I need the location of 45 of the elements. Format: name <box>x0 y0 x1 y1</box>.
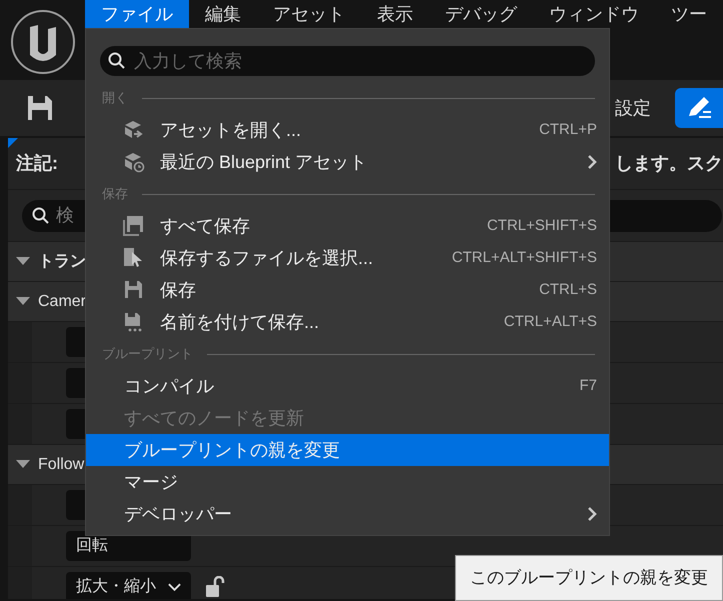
menu-item[interactable]: 最近の Blueprint アセット <box>86 146 609 178</box>
category-label[interactable]: Camer <box>38 290 86 314</box>
tooltip: このブループリントの親を変更 <box>455 555 723 601</box>
shortcut-label: CTRL+S <box>539 280 597 300</box>
menu-item[interactable]: マージ <box>86 466 609 498</box>
note-text: します。スク <box>615 152 723 175</box>
search-icon <box>32 206 50 224</box>
shortcut-label: CTRL+P <box>539 120 597 140</box>
menu-item[interactable]: アセットを開く... CTRL+P <box>86 114 609 146</box>
logo-icon[interactable] <box>10 9 76 75</box>
menu-bar-item[interactable]: ツー <box>655 0 723 28</box>
section-header: 保存 <box>102 185 128 204</box>
menu-item[interactable]: ブループリントの親を変更 <box>86 434 609 466</box>
category-label[interactable]: Follow <box>38 452 84 476</box>
menu-item[interactable]: 保存するファイルを選択... CTRL+ALT+SHIFT+S <box>86 242 609 274</box>
note-label: 注記: <box>16 152 58 175</box>
menu-item[interactable]: すべて保存 CTRL+SHIFT+S <box>86 210 609 242</box>
shortcut-label: CTRL+SHIFT+S <box>486 216 597 236</box>
settings-label[interactable]: 設定 <box>615 94 651 122</box>
search-placeholder: 入力して検索 <box>134 50 242 72</box>
search-icon <box>108 52 126 70</box>
category-label[interactable]: トラン <box>38 250 86 274</box>
section-header: 開く <box>102 89 128 108</box>
menu-bar-item[interactable]: ファイル <box>85 0 189 28</box>
menu-item[interactable]: コンパイル F7 <box>86 370 609 402</box>
edit-button[interactable] <box>675 88 723 128</box>
menu-item[interactable]: デベロッパー <box>86 498 609 530</box>
menu-bar-item[interactable]: 編集 <box>189 0 257 28</box>
menu-bar-item[interactable]: ウィンドウ <box>533 0 655 28</box>
save-icon[interactable] <box>27 95 53 121</box>
cube-clock-icon <box>122 150 146 174</box>
shortcut-label: F7 <box>579 376 597 396</box>
dropdown-field[interactable]: 拡大・縮小 <box>66 572 191 599</box>
search-placeholder: 検 <box>56 204 74 227</box>
save-all-icon <box>122 214 146 238</box>
shortcut-label: CTRL+ALT+SHIFT+S <box>452 248 597 268</box>
menu-item[interactable]: 名前を付けて保存... CTRL+ALT+S <box>86 306 609 338</box>
open-lock-icon[interactable] <box>205 576 225 598</box>
shortcut-label: CTRL+ALT+S <box>504 312 597 332</box>
menu-bar-item[interactable]: デバッグ <box>429 0 533 28</box>
menu-item[interactable]: 保存 CTRL+S <box>86 274 609 306</box>
menu-bar-item[interactable]: 表示 <box>361 0 429 28</box>
corner-marker-icon <box>8 138 18 148</box>
menu-bar-item[interactable]: アセット <box>257 0 361 28</box>
section-header: ブループリント <box>102 345 193 364</box>
